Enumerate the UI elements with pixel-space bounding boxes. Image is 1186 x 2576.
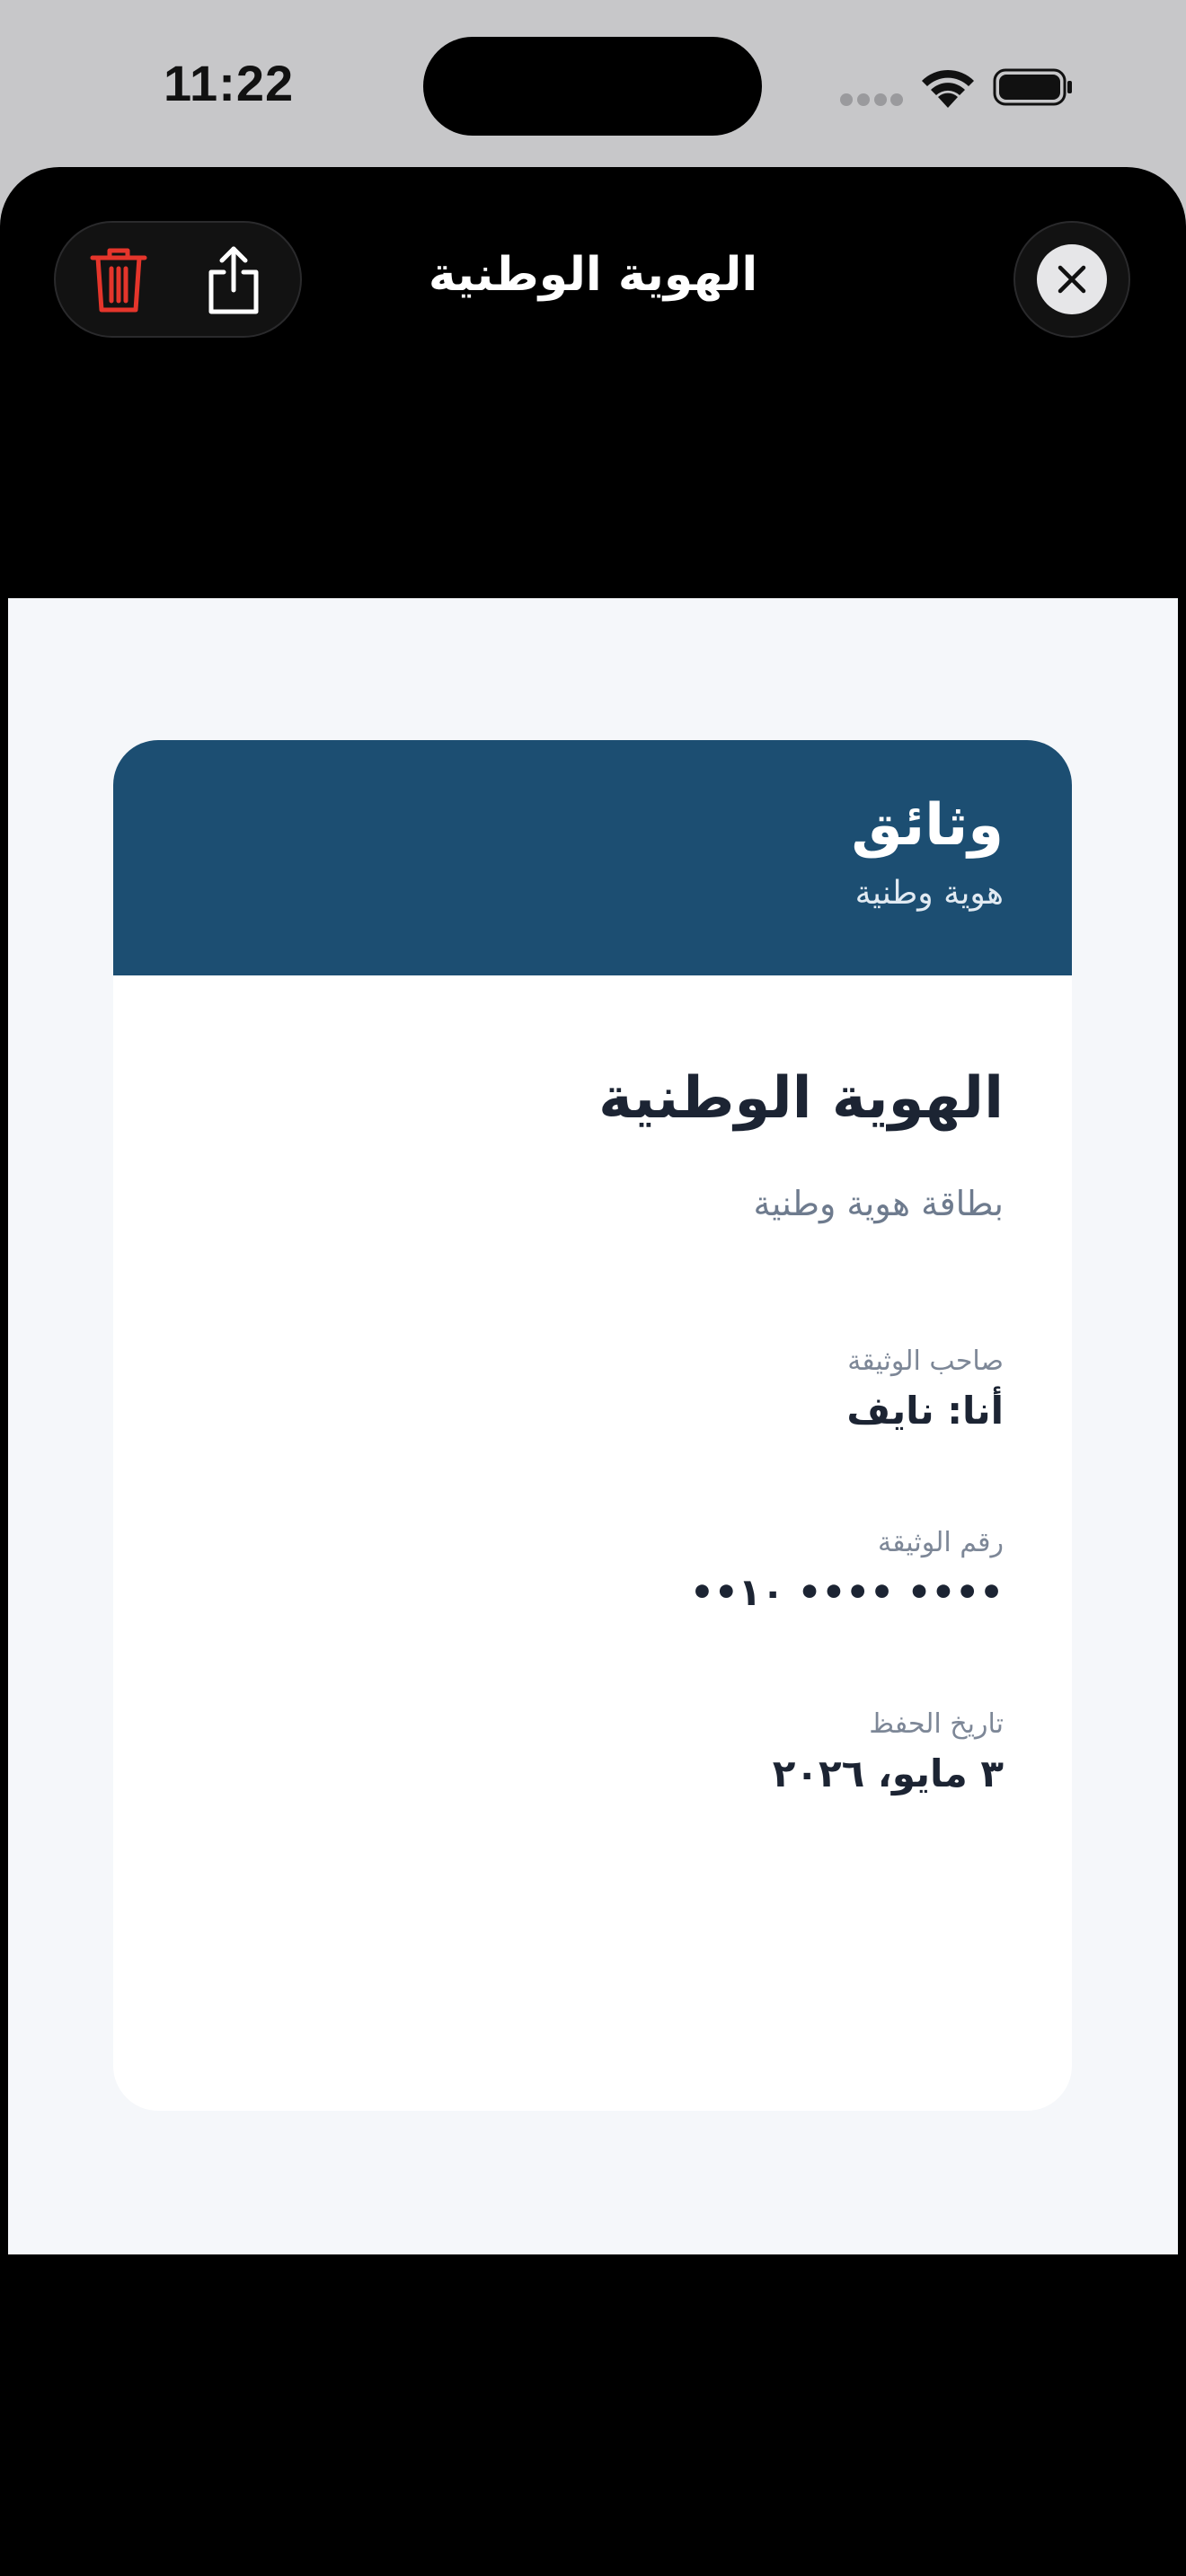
wifi-icon <box>922 69 974 108</box>
close-icon <box>1058 265 1086 294</box>
dynamic-island <box>423 37 762 136</box>
saved-date-value: ٣ مايو، ٢٠٢٦ <box>772 1751 1004 1795</box>
status-time: 11:22 <box>164 55 295 111</box>
document-card: وثائق هوية وطنية الهوية الوطنية بطاقة هو… <box>113 740 1072 2111</box>
share-icon <box>208 246 259 314</box>
action-button-group <box>54 221 302 338</box>
brand-name: وثائق <box>851 792 1004 859</box>
close-button-wrapper <box>1013 221 1130 338</box>
card-header: وثائق هوية وطنية <box>113 740 1072 975</box>
share-button[interactable] <box>180 223 288 336</box>
owner-label: صاحب الوثيقة <box>847 1345 1004 1377</box>
trash-icon <box>90 248 147 313</box>
document-viewer-sheet: الهوية الوطنية وثائق هوية وطنية الهوية ا… <box>0 167 1186 2576</box>
battery-icon <box>993 68 1072 106</box>
saved-date-label: تاريخ الحفظ <box>869 1708 1004 1740</box>
document-number-value: ••١٠ •••• •••• <box>690 1570 1004 1614</box>
owner-value: أنا: نايف <box>846 1389 1004 1433</box>
document-preview: وثائق هوية وطنية الهوية الوطنية بطاقة هو… <box>8 598 1178 2254</box>
brand-subtitle: هوية وطنية <box>854 875 1004 912</box>
document-title: الهوية الوطنية <box>598 1065 1004 1132</box>
sheet-title: الهوية الوطنية <box>428 248 758 302</box>
cellular-signal-icon <box>840 93 903 106</box>
status-bar: 11:22 <box>0 0 1186 167</box>
document-subtitle: بطاقة هوية وطنية <box>753 1184 1004 1223</box>
close-button[interactable] <box>1037 244 1107 314</box>
delete-button[interactable] <box>65 223 173 336</box>
document-number-label: رقم الوثيقة <box>878 1527 1004 1558</box>
